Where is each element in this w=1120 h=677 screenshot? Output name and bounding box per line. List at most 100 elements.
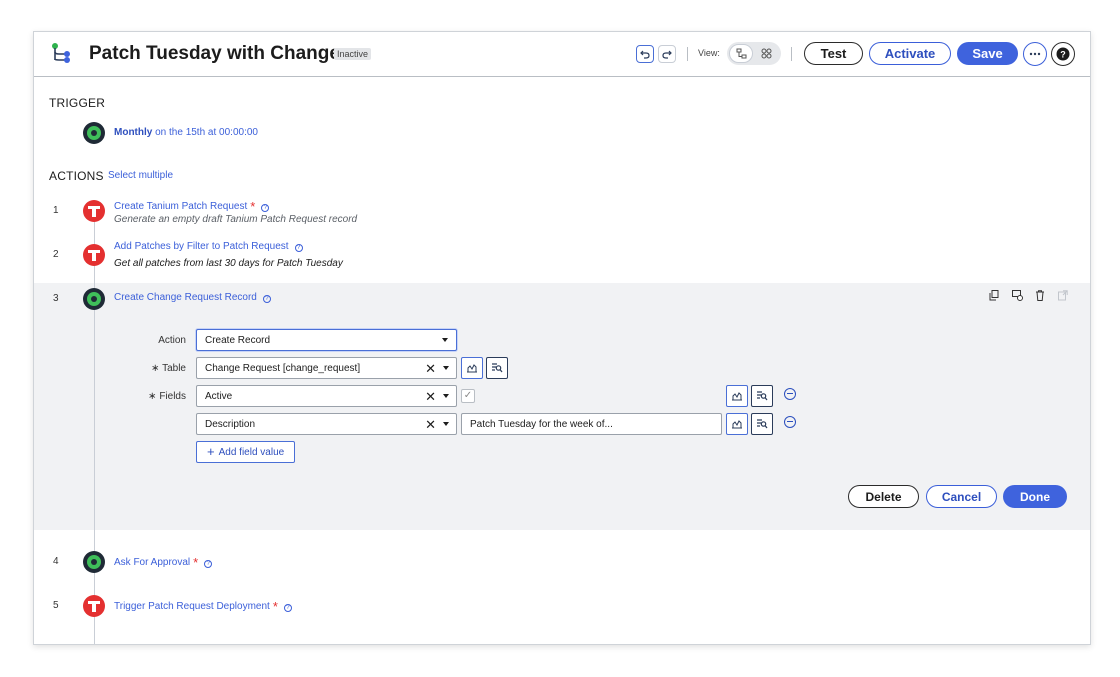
data-pill-picker-button[interactable]: [461, 357, 483, 379]
step-number: 2: [53, 249, 59, 260]
help-icon[interactable]: ?: [204, 560, 213, 568]
trigger-section-label: TRIGGER: [49, 96, 106, 110]
help-icon: ?: [1056, 47, 1070, 61]
servicenow-step-icon: [83, 551, 105, 573]
divider: [791, 47, 792, 61]
add-field-value-button[interactable]: + Add field value: [196, 441, 296, 463]
chevron-down-icon: [443, 422, 449, 426]
help-button[interactable]: ?: [1051, 42, 1075, 66]
actions-section-label: ACTIONS: [49, 169, 104, 183]
data-pill-icon: [467, 364, 477, 373]
field-name-value: Active: [205, 390, 233, 402]
table-select[interactable]: Change Request [change_request] ✕: [196, 357, 457, 379]
activate-button[interactable]: Activate: [869, 42, 951, 65]
step-number: 1: [53, 205, 59, 216]
required-asterisk: *: [272, 599, 278, 614]
step-title-link[interactable]: Add Patches by Filter to Patch Request?: [114, 241, 303, 252]
card-view-option[interactable]: [754, 44, 778, 63]
timeline-connector: [94, 207, 95, 644]
redo-button[interactable]: [658, 45, 676, 63]
step-title-link[interactable]: Trigger Patch Request Deployment *?: [114, 597, 292, 614]
tree-view-option[interactable]: [729, 44, 753, 63]
step-title-text: Create Change Request Record: [114, 292, 257, 303]
field-name-value: Description: [205, 418, 256, 430]
step-title-text: Create Tanium Patch Request: [114, 201, 248, 212]
chevron-down-icon: [442, 338, 448, 342]
add-field-label: Add field value: [218, 446, 285, 458]
clear-icon[interactable]: ✕: [425, 361, 436, 377]
plus-icon: +: [207, 443, 215, 459]
trigger-node-icon: [83, 122, 105, 144]
delete-icon[interactable]: [1035, 290, 1045, 301]
trigger-frequency: Monthly: [114, 127, 153, 138]
step-number: 4: [53, 556, 59, 567]
copy-icon[interactable]: [989, 290, 999, 301]
action-label: Action: [158, 335, 186, 346]
remove-field-icon[interactable]: [784, 388, 796, 400]
view-label: View:: [698, 48, 720, 58]
tanium-step-icon: [83, 595, 105, 617]
action-select[interactable]: Create Record: [196, 329, 457, 351]
select-multiple-link[interactable]: Select multiple: [108, 170, 173, 181]
cancel-button[interactable]: Cancel: [926, 485, 997, 508]
search-list-icon: [492, 363, 503, 373]
remove-field-icon[interactable]: [784, 416, 796, 428]
field-name-select[interactable]: Description ✕: [196, 413, 457, 435]
fields-label: ∗ Fields: [148, 391, 186, 402]
more-button[interactable]: [1023, 42, 1047, 66]
clear-icon[interactable]: ✕: [425, 417, 436, 433]
description-value: Patch Tuesday for the week of...: [470, 418, 613, 430]
svg-text:?: ?: [1060, 50, 1066, 60]
servicenow-step-icon: [83, 288, 105, 310]
card-view-icon: [761, 48, 771, 59]
done-button[interactable]: Done: [1003, 485, 1067, 508]
step-title-text: Add Patches by Filter to Patch Request: [114, 241, 289, 252]
record-picker-button[interactable]: [486, 357, 508, 379]
undo-button[interactable]: [636, 45, 654, 63]
data-pill-picker-button[interactable]: [726, 385, 748, 407]
delete-button[interactable]: Delete: [848, 485, 919, 508]
comment-icon[interactable]: [1012, 290, 1023, 301]
test-button[interactable]: Test: [804, 42, 863, 65]
chevron-down-icon: [443, 394, 449, 398]
table-label: ∗ Table: [151, 363, 186, 374]
trigger-detail: on the 15th at 00:00:00: [152, 127, 258, 138]
more-icon: [1029, 52, 1041, 56]
trigger-summary[interactable]: Monthly on the 15th at 00:00:00: [114, 127, 258, 138]
divider: [687, 47, 688, 61]
search-list-icon: [757, 419, 768, 429]
record-picker-button[interactable]: [751, 385, 773, 407]
view-toggle[interactable]: [727, 42, 781, 65]
chevron-down-icon: [443, 366, 449, 370]
save-button[interactable]: Save: [957, 42, 1018, 65]
header-bar: Patch Tuesday with Change Inactive View:…: [34, 32, 1090, 77]
field-name-select[interactable]: Active ✕: [196, 385, 457, 407]
step-title-text: Trigger Patch Request Deployment: [114, 601, 270, 612]
data-pill-icon: [732, 392, 742, 401]
help-icon[interactable]: ?: [294, 244, 303, 252]
step-title-link[interactable]: Create Change Request Record?: [114, 292, 271, 303]
data-pill-picker-button[interactable]: [726, 413, 748, 435]
help-icon[interactable]: ?: [261, 204, 270, 212]
active-value-checkbox[interactable]: ✓: [461, 389, 475, 403]
table-select-value: Change Request [change_request]: [205, 362, 361, 374]
step-title-link[interactable]: Ask For Approval *?: [114, 553, 213, 570]
step-title-text: Ask For Approval: [114, 557, 191, 568]
step-number: 5: [53, 600, 59, 611]
search-list-icon: [757, 391, 768, 401]
step-description: Get all patches from last 30 days for Pa…: [114, 258, 343, 269]
help-icon[interactable]: ?: [262, 295, 271, 303]
flow-app-icon: [52, 43, 70, 63]
record-picker-button[interactable]: [751, 413, 773, 435]
description-value-input[interactable]: Patch Tuesday for the week of...: [461, 413, 722, 435]
data-pill-icon: [732, 420, 742, 429]
step-title-link[interactable]: Create Tanium Patch Request *?: [114, 197, 270, 214]
tanium-step-icon: [83, 200, 105, 222]
redo-icon: [662, 50, 672, 59]
clear-icon[interactable]: ✕: [425, 389, 436, 405]
undo-icon: [640, 50, 650, 59]
step-description: Generate an empty draft Tanium Patch Req…: [114, 214, 358, 225]
action-select-value: Create Record: [205, 334, 271, 346]
help-icon[interactable]: ?: [283, 604, 292, 612]
open-external-icon: [1058, 290, 1068, 301]
